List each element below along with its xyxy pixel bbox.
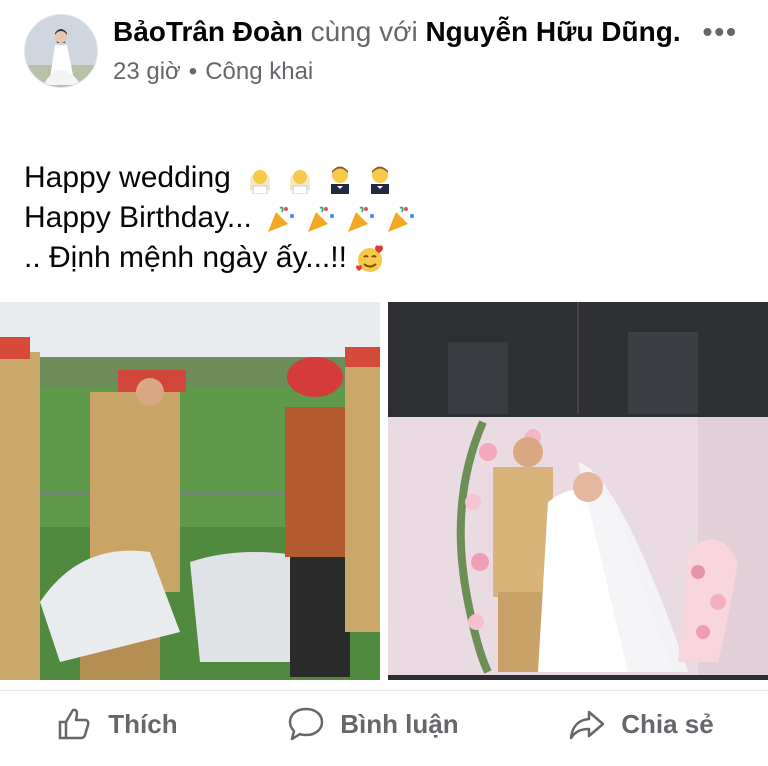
- privacy-label[interactable]: Công khai: [205, 58, 313, 86]
- comment-button[interactable]: Bình luận: [286, 704, 459, 744]
- post-line-2-text: Happy Birthday...: [24, 201, 252, 234]
- share-label: Chia sẻ: [621, 708, 714, 739]
- groom-emoji-icon: [331, 166, 350, 195]
- share-button[interactable]: Chia sẻ: [567, 704, 714, 744]
- post-time[interactable]: 23 giờ: [113, 58, 181, 86]
- author-avatar[interactable]: [24, 14, 98, 88]
- like-label: Thích: [108, 708, 178, 739]
- photo-wedding-couple[interactable]: [388, 302, 768, 680]
- post-action-bar: Thích Bình luận Chia sẻ: [0, 690, 768, 757]
- thumbs-up-icon: [59, 708, 90, 740]
- photo-traffic-police[interactable]: [0, 302, 380, 680]
- post-line-2: Happy Birthday...: [24, 198, 416, 238]
- share-arrow-icon: [569, 710, 605, 740]
- tagged-name[interactable]: Nguyễn Hữu Dũng: [425, 16, 672, 47]
- comment-bubble-icon: [288, 707, 324, 741]
- party-popper-icon: [348, 206, 375, 233]
- name-period: .: [672, 16, 681, 47]
- post-line-3: .. Định mệnh ngày ấy...!!: [24, 238, 416, 278]
- party-popper-icon: [268, 206, 295, 233]
- post-body: Happy wedding Happy Birthday... .. Định …: [24, 158, 416, 278]
- with-label: cùng với: [310, 16, 418, 47]
- post-line-1-text: Happy wedding: [24, 161, 231, 194]
- comment-label: Bình luận: [340, 708, 459, 739]
- smiling-hearts-emoji-icon: [356, 245, 384, 273]
- author-name[interactable]: BảoTrân Đoàn: [113, 16, 303, 47]
- more-options-icon[interactable]: •••: [703, 16, 738, 48]
- wedding-emoji-group: [245, 164, 395, 195]
- meta-separator: •: [188, 58, 198, 85]
- party-emoji-group: [266, 204, 416, 234]
- post-line-1: Happy wedding: [24, 158, 416, 198]
- bride-emoji-icon: [250, 170, 271, 195]
- like-button[interactable]: Thích: [54, 704, 178, 744]
- post-line-3-text: .. Định mệnh ngày ấy...!!: [24, 241, 347, 274]
- party-popper-icon: [308, 206, 335, 233]
- groom-emoji-icon: [371, 166, 390, 195]
- bride-emoji-icon: [290, 170, 311, 195]
- party-popper-icon: [388, 206, 415, 233]
